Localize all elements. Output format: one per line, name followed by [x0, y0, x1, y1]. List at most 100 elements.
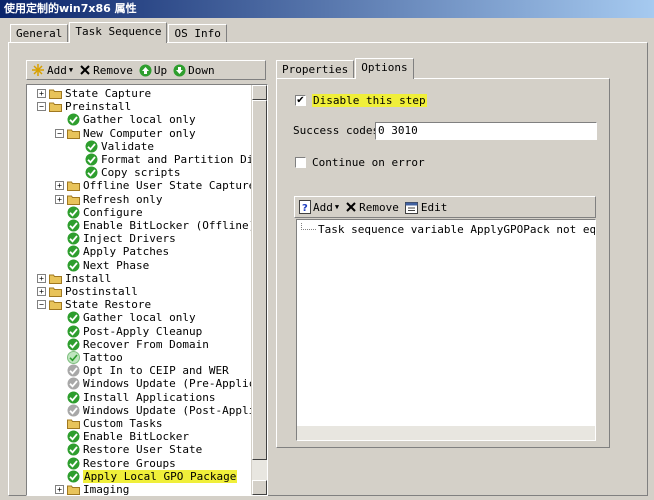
tree-item-label: Enable BitLocker: [83, 430, 189, 444]
tree-item[interactable]: Tattoo: [67, 351, 123, 364]
down-arrow-icon: [173, 64, 186, 76]
tree-item[interactable]: New Computer only: [67, 127, 196, 140]
tree-item-label: Install: [65, 271, 112, 285]
collapse-button[interactable]: −: [37, 102, 46, 112]
tree-item[interactable]: Inject Drivers: [67, 232, 176, 245]
expand-button[interactable]: +: [55, 181, 64, 191]
tree-item-label: Tattoo: [83, 351, 123, 364]
tree-item-label: Restore Groups: [83, 456, 176, 470]
folder-icon: [49, 87, 65, 100]
scroll-up-button[interactable]: [252, 85, 267, 100]
tree-item[interactable]: Apply Patches: [67, 245, 169, 258]
success-codes-input[interactable]: 0 3010: [375, 122, 597, 140]
light-check-icon: [67, 351, 83, 364]
tree-item[interactable]: Preinstall: [49, 100, 131, 113]
tree-item[interactable]: Opt In to CEIP and WER: [67, 364, 229, 377]
expand-button[interactable]: +: [37, 89, 46, 98]
folder-icon: [67, 483, 83, 495]
tree-item[interactable]: Configure: [67, 206, 143, 219]
tab-task-sequence[interactable]: Task Sequence: [69, 22, 168, 43]
tree-item[interactable]: Enable BitLocker (Offline): [67, 219, 253, 232]
tree-item-label: Next Phase: [83, 258, 150, 272]
tree-item[interactable]: Gather local only: [67, 113, 196, 126]
remove-label: Remove: [93, 63, 133, 77]
expand-button[interactable]: +: [37, 273, 46, 283]
tree-item[interactable]: Imaging: [67, 483, 129, 495]
green-check-icon: [67, 325, 83, 338]
tree-item[interactable]: Windows Update (Pre-Application: [67, 377, 253, 390]
tree-item[interactable]: Custom Tasks: [67, 417, 162, 430]
tree-item-label: Post-Apply Cleanup: [83, 324, 203, 338]
green-check-icon: [85, 140, 101, 153]
disabled-check-icon: [67, 377, 83, 390]
folder-icon: [67, 179, 83, 192]
tree-vertical-scrollbar[interactable]: [251, 85, 267, 495]
edit-properties-icon: [404, 201, 418, 214]
continue-on-error-checkbox[interactable]: [295, 157, 306, 168]
green-check-icon: [67, 311, 83, 324]
condition-remove-button[interactable]: Remove: [345, 201, 399, 214]
tree-item-label: Imaging: [83, 483, 130, 495]
remove-x-icon: [80, 65, 90, 75]
condition-add-button[interactable]: ? Add ▼: [299, 200, 339, 214]
condition-horizontal-scrollbar[interactable]: [297, 426, 595, 440]
tree-item-label: Gather local only: [83, 311, 196, 325]
add-star-icon: [32, 64, 44, 76]
remove-button[interactable]: Remove: [79, 64, 133, 77]
green-check-icon: [85, 166, 101, 179]
condition-text: Task sequence variable ApplyGPOPack not …: [318, 223, 596, 236]
tree-item[interactable]: Recover From Domain: [67, 338, 209, 351]
tree-item[interactable]: Postinstall: [49, 285, 138, 298]
tree-item-label: Install Applications: [83, 390, 216, 404]
tree-item[interactable]: Next Phase: [67, 259, 149, 272]
tree-item[interactable]: Install: [49, 272, 111, 285]
tree-item[interactable]: Post-Apply Cleanup: [67, 325, 202, 338]
tab-options[interactable]: Options: [355, 58, 414, 79]
scroll-down-button[interactable]: [252, 480, 267, 495]
tree-item[interactable]: Restore User State: [67, 443, 202, 456]
disable-step-checkbox[interactable]: ✔: [295, 95, 306, 106]
task-sequence-tree[interactable]: + State Capture − Preinstall Gather local on…: [26, 84, 268, 496]
tree-item[interactable]: State Capture: [49, 87, 151, 100]
folder-icon: [67, 127, 83, 140]
tab-properties[interactable]: Properties: [276, 60, 355, 79]
scroll-thumb[interactable]: [252, 100, 267, 460]
tree-item[interactable]: Format and Partition Disk: [85, 153, 253, 166]
tree-item-label: Gather local only: [83, 113, 196, 127]
tree-item-label: Inject Drivers: [83, 232, 176, 246]
up-button[interactable]: Up: [139, 64, 167, 77]
expand-button[interactable]: +: [55, 194, 64, 204]
add-button[interactable]: Add ▼: [31, 63, 73, 77]
folder-icon: [49, 100, 65, 113]
expand-button[interactable]: +: [37, 287, 46, 296]
folder-icon: [49, 298, 65, 311]
success-codes-label: Success codes:: [293, 124, 386, 137]
tree-item[interactable]: Offline User State Capture: [67, 179, 253, 192]
tree-item[interactable]: Apply Local GPO Package: [67, 469, 238, 483]
tree-item[interactable]: State Restore: [49, 298, 151, 311]
collapse-button[interactable]: −: [55, 128, 64, 138]
condition-toolbar: ? Add ▼ Remove Edit: [294, 196, 596, 218]
tree-item[interactable]: Enable BitLocker: [67, 430, 189, 443]
condition-item[interactable]: Task sequence variable ApplyGPOPack not …: [301, 223, 596, 236]
down-button[interactable]: Down: [173, 64, 215, 77]
tree-item[interactable]: Gather local only: [67, 311, 196, 324]
tree-item-label: Postinstall: [65, 285, 138, 298]
tree-item[interactable]: Copy scripts: [85, 166, 180, 179]
tree-item[interactable]: Windows Update (Post-Applicati: [67, 404, 253, 417]
condition-remove-label: Remove: [359, 200, 399, 214]
collapse-button[interactable]: −: [37, 300, 46, 310]
dropdown-arrow-icon: ▼: [68, 66, 74, 74]
tree-item[interactable]: Install Applications: [67, 391, 215, 404]
tree-item-label: Enable BitLocker (Offline): [83, 219, 253, 232]
tree-item[interactable]: Refresh only: [67, 193, 162, 206]
condition-edit-button[interactable]: Edit: [404, 201, 447, 214]
tab-os-info[interactable]: OS Info: [168, 24, 227, 43]
tree-item[interactable]: Validate: [85, 140, 154, 153]
green-check-icon: [67, 259, 83, 272]
expand-button[interactable]: +: [55, 485, 64, 494]
tree-item-label: Windows Update (Post-Applicati: [83, 403, 253, 417]
condition-list[interactable]: Task sequence variable ApplyGPOPack not …: [296, 219, 596, 441]
tree-item[interactable]: Restore Groups: [67, 457, 176, 470]
tab-general[interactable]: General: [10, 24, 69, 43]
